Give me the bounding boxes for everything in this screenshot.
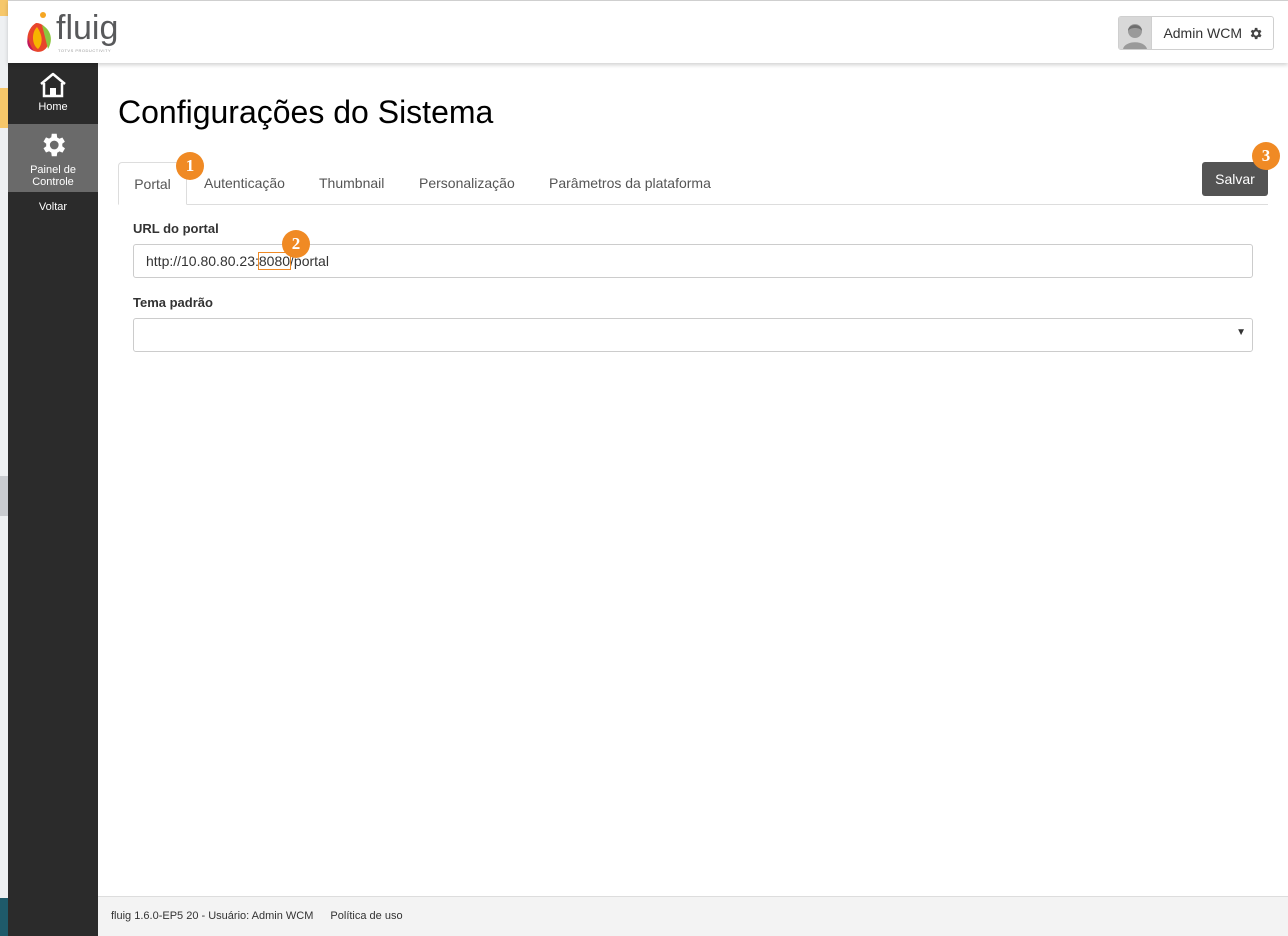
main-content: Configurações do Sistema Portal Autentic…	[98, 62, 1288, 896]
tab-thumbnail[interactable]: Thumbnail	[319, 162, 384, 204]
caret-down-icon: ▼	[1236, 327, 1246, 338]
tab-personalizacao[interactable]: Personalização	[419, 162, 515, 204]
gear-icon	[43, 133, 65, 157]
tab-autenticacao[interactable]: Autenticação	[204, 162, 285, 204]
tab-parametros-da-plataforma[interactable]: Parâmetros da plataforma	[549, 162, 711, 204]
settings-tabs: Portal Autenticação Thumbnail Personaliz…	[118, 162, 1268, 205]
tab-label: Thumbnail	[319, 175, 385, 191]
tab-label: Parâmetros da plataforma	[549, 175, 711, 191]
user-avatar-icon	[1119, 17, 1153, 49]
sidebar-item-painel-de-controle[interactable]: Painel de Controle	[8, 124, 98, 192]
logo-text: fluig	[56, 9, 119, 47]
sidebar-item-voltar[interactable]: Voltar	[8, 192, 98, 222]
logo-subtext: TOTVS PRODUCTIVITY	[58, 48, 112, 53]
version-text: fluig 1.6.0-EP5 20 - Usuário: Admin WCM	[111, 910, 314, 922]
callout-badge-3: 3	[1252, 142, 1280, 170]
usage-policy-link[interactable]: Política de uso	[330, 910, 402, 922]
page-footer: fluig 1.6.0-EP5 20 - Usuário: Admin WCM …	[98, 896, 1288, 936]
tab-label: Portal	[134, 176, 171, 192]
tab-label: Personalização	[419, 175, 515, 191]
top-header: fluig TOTVS PRODUCTIVITY Admin WCM	[8, 0, 1288, 63]
sidebar-item-home[interactable]: Home	[8, 62, 98, 124]
left-sidebar: Home Painel de Controle Voltar	[8, 62, 98, 936]
sidebar-item-label: Painel de Controle	[30, 164, 76, 188]
sidebar-item-label: Home	[38, 101, 68, 113]
home-icon	[40, 72, 66, 98]
url-field-label: URL do portal	[133, 221, 219, 236]
callout-badge-2: 2	[282, 230, 310, 258]
url-value-prefix: http://10.80.80.23:	[146, 253, 259, 269]
fluig-logo-icon	[27, 12, 51, 52]
user-menu-button[interactable]: Admin WCM	[1118, 16, 1274, 50]
page-title: Configurações do Sistema	[118, 94, 494, 130]
theme-field-label: Tema padrão	[133, 295, 213, 310]
sidebar-item-label: Voltar	[38, 201, 68, 213]
fluig-logo[interactable]: fluig TOTVS PRODUCTIVITY	[22, 9, 122, 57]
callout-badge-1: 1	[176, 152, 204, 180]
default-theme-select[interactable]: ▼	[133, 318, 1253, 352]
gear-icon	[1248, 26, 1273, 41]
tab-label: Autenticação	[204, 175, 285, 191]
url-value-port-highlight: 8080	[257, 252, 292, 270]
user-name: Admin WCM	[1163, 25, 1242, 41]
